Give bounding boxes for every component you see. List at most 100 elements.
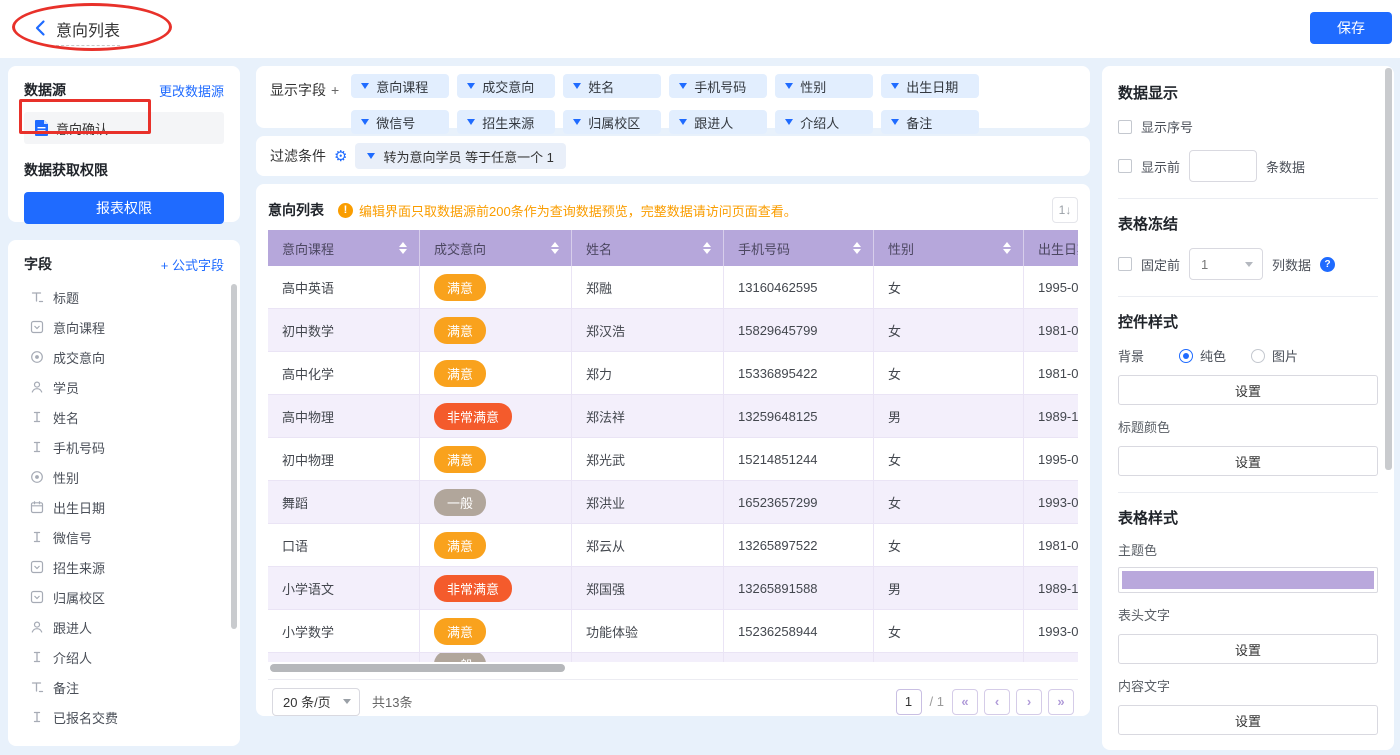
fields-scrollbar[interactable] <box>231 284 237 629</box>
field-item[interactable]: 手机号码 <box>24 432 240 462</box>
filter-condition-chip[interactable]: 转为意向学员 等于任意一个 1 <box>355 143 565 169</box>
datasource-item[interactable]: 意向确认 <box>24 112 224 144</box>
show-first-checkbox[interactable] <box>1118 159 1132 173</box>
save-button[interactable]: 保存 <box>1310 12 1392 44</box>
solid-color-radio[interactable] <box>1179 349 1193 363</box>
cell-birthdate: 1995-01 <box>1024 266 1078 308</box>
display-field-chip[interactable]: 归属校区 <box>563 110 661 134</box>
display-field-chip[interactable]: 出生日期 <box>881 74 979 98</box>
sort-arrows-icon[interactable] <box>551 242 559 254</box>
field-item[interactable]: 出生日期 <box>24 492 240 522</box>
display-field-chip[interactable]: 成交意向 <box>457 74 555 98</box>
cell-birthdate: 1995-01 <box>1024 438 1078 480</box>
display-field-chip[interactable]: 意向课程 <box>351 74 449 98</box>
settings-scrollbar[interactable] <box>1385 68 1392 470</box>
display-field-chip[interactable]: 性别 <box>775 74 873 98</box>
display-field-chip[interactable]: 备注 <box>881 110 979 134</box>
field-item[interactable]: 备注 <box>24 672 240 702</box>
sort-arrows-icon[interactable] <box>399 242 407 254</box>
theme-color-picker[interactable] <box>1118 567 1378 593</box>
top-n-input[interactable] <box>1189 150 1257 182</box>
sort-arrows-icon[interactable] <box>1003 242 1011 254</box>
table-row[interactable]: 小学语文非常满意郑国强13265891588男1989-11 <box>268 567 1078 610</box>
filter-panel: 过滤条件 ⚙ 转为意向学员 等于任意一个 1 <box>256 136 1090 176</box>
fix-columns-checkbox[interactable] <box>1118 257 1132 271</box>
field-item[interactable]: 微信号 <box>24 522 240 552</box>
display-field-chip[interactable]: 招生来源 <box>457 110 555 134</box>
cell-gender: 女 <box>874 524 1024 566</box>
horizontal-scrollbar[interactable] <box>270 664 565 672</box>
field-item[interactable]: 招生来源 <box>24 552 240 582</box>
person-icon <box>30 380 44 394</box>
fix-count-select[interactable]: 1 <box>1189 248 1263 280</box>
next-page-button[interactable]: › <box>1016 689 1042 715</box>
cell-course: 高中化学 <box>268 352 420 394</box>
cell-intent: 满意 <box>420 352 572 394</box>
gear-icon[interactable]: ⚙ <box>334 147 347 165</box>
report-permission-button[interactable]: 报表权限 <box>24 192 224 224</box>
sort-arrows-icon[interactable] <box>703 242 711 254</box>
table-row[interactable]: 初中数学满意郑汉浩15829645799女1981-06 <box>268 309 1078 352</box>
field-item[interactable]: 学员 <box>24 372 240 402</box>
field-item[interactable]: 已报名交费 <box>24 702 240 732</box>
field-item[interactable]: 介绍人 <box>24 642 240 672</box>
header-text-set-button[interactable]: 设置 <box>1118 634 1378 664</box>
display-field-chip[interactable]: 手机号码 <box>669 74 767 98</box>
background-label: 背景 <box>1118 346 1170 365</box>
field-item-label: 介绍人 <box>53 648 92 667</box>
chevron-down-icon <box>343 699 351 704</box>
table-row[interactable]: 小学数学满意功能体验15236258944女1993-08 <box>268 610 1078 653</box>
table-row[interactable]: 高中化学满意郑力15336895422女1981-06 <box>268 352 1078 395</box>
background-set-button[interactable]: 设置 <box>1118 375 1378 405</box>
display-field-chip[interactable]: 跟进人 <box>669 110 767 134</box>
field-item[interactable]: 姓名 <box>24 402 240 432</box>
cell-birthdate: 1989-11 <box>1024 395 1078 437</box>
last-page-button[interactable]: » <box>1048 689 1074 715</box>
cell <box>1024 653 1078 662</box>
field-item[interactable]: 意向课程 <box>24 312 240 342</box>
field-item-label: 备注 <box>53 678 79 697</box>
display-field-chip[interactable]: 微信号 <box>351 110 449 134</box>
add-display-field-button[interactable]: + <box>331 82 339 98</box>
cell-intent: 非常满意 <box>420 395 572 437</box>
column-header-1[interactable]: 意向课程 <box>268 230 420 266</box>
table-row[interactable]: 初中物理满意郑光武15214851244女1995-01 <box>268 438 1078 481</box>
sort-order-icon[interactable]: 1↓ <box>1052 197 1078 223</box>
chip-label: 归属校区 <box>588 113 640 132</box>
column-header-6[interactable]: 出生日期 <box>1024 230 1078 266</box>
field-item[interactable]: 性别 <box>24 462 240 492</box>
page-size-select[interactable]: 20 条/页 <box>272 688 360 716</box>
image-radio[interactable] <box>1251 349 1265 363</box>
field-item[interactable]: 跟进人 <box>24 612 240 642</box>
table-row-partial[interactable]: 一般 <box>268 653 1078 662</box>
help-icon[interactable]: ? <box>1320 257 1335 272</box>
cell <box>874 653 1024 662</box>
table-row[interactable]: 高中英语满意郑融13160462595女1995-01 <box>268 266 1078 309</box>
sort-arrows-icon[interactable] <box>853 242 861 254</box>
display-field-chip[interactable]: 介绍人 <box>775 110 873 134</box>
table-row[interactable]: 高中物理非常满意郑法祥13259648125男1989-11 <box>268 395 1078 438</box>
back-icon[interactable] <box>30 17 52 39</box>
cell-intent: 满意 <box>420 524 572 566</box>
field-item[interactable]: 标题 <box>24 282 240 312</box>
cell-birthdate: 1993-08 <box>1024 481 1078 523</box>
content-text-set-button[interactable]: 设置 <box>1118 705 1378 735</box>
table-row[interactable]: 口语满意郑云从13265897522女1981-06 <box>268 524 1078 567</box>
text-icon <box>30 650 44 664</box>
table-row[interactable]: 舞蹈一般郑洪业16523657299女1993-08 <box>268 481 1078 524</box>
column-header-2[interactable]: 成交意向 <box>420 230 572 266</box>
change-datasource-link[interactable]: 更改数据源 <box>159 81 224 100</box>
page-number-input[interactable]: 1 <box>896 689 922 715</box>
column-header-4[interactable]: 手机号码 <box>724 230 874 266</box>
field-item[interactable]: 成交意向 <box>24 342 240 372</box>
column-header-5[interactable]: 性别 <box>874 230 1024 266</box>
field-item[interactable]: 归属校区 <box>24 582 240 612</box>
add-formula-field-link[interactable]: + 公式字段 <box>161 255 224 274</box>
prev-page-button[interactable]: ‹ <box>984 689 1010 715</box>
column-header-3[interactable]: 姓名 <box>572 230 724 266</box>
title-color-set-button[interactable]: 设置 <box>1118 446 1378 476</box>
display-field-chip[interactable]: 姓名 <box>563 74 661 98</box>
filter-condition-text: 转为意向学员 等于任意一个 1 <box>383 147 553 166</box>
first-page-button[interactable]: « <box>952 689 978 715</box>
show-index-checkbox[interactable] <box>1118 120 1132 134</box>
